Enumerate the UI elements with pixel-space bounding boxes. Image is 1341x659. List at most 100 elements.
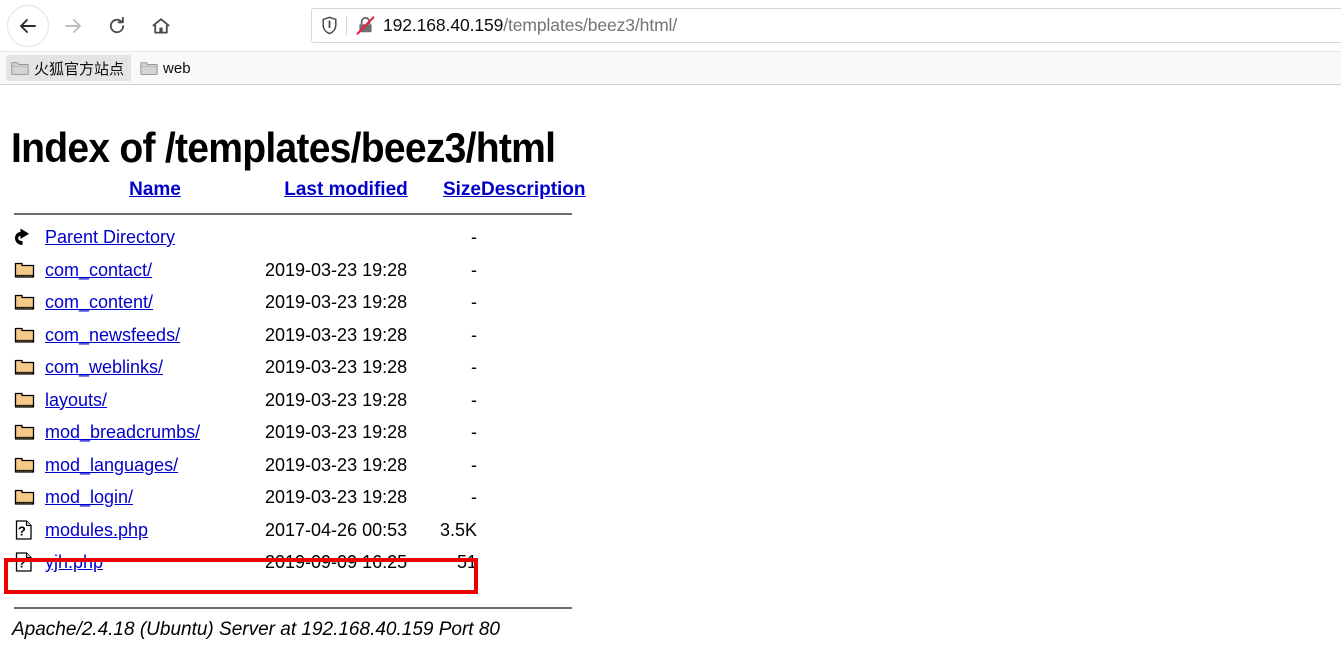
directory-link[interactable]: com_contact/ <box>45 260 152 280</box>
folder-icon <box>14 327 35 343</box>
row-name-cell[interactable]: yjh.php <box>45 546 265 579</box>
row-description-cell <box>481 254 586 287</box>
header-rule-cell <box>14 209 586 221</box>
column-header-size[interactable]: Size <box>427 173 481 209</box>
directory-link[interactable]: com_content/ <box>45 292 153 312</box>
table-row[interactable]: mod_languages/ 2019-03-23 19:28 - <box>14 449 586 482</box>
row-name-cell[interactable]: com_contact/ <box>45 254 265 287</box>
row-name-cell[interactable]: mod_languages/ <box>45 449 265 482</box>
back-button[interactable] <box>7 4 49 47</box>
row-icon-cell <box>14 221 45 254</box>
row-date-cell: 2019-09-09 16:25 <box>265 546 427 579</box>
row-size: - <box>471 454 477 475</box>
column-header-name-link[interactable]: Name <box>129 179 181 200</box>
url-text: 192.168.40.159/templates/beez3/html/ <box>383 15 677 36</box>
directory-link[interactable]: Parent Directory <box>45 227 175 247</box>
row-description-cell <box>481 384 586 417</box>
forward-button <box>53 6 93 46</box>
column-header-last-modified-link[interactable]: Last modified <box>284 179 408 200</box>
folder-icon <box>14 360 35 375</box>
directory-listing-table: Name Last modified Size Description Pare… <box>14 173 586 579</box>
row-size-cell: - <box>427 254 481 287</box>
row-name-cell[interactable]: mod_login/ <box>45 481 265 514</box>
row-size-cell: - <box>427 481 481 514</box>
row-description-cell <box>481 481 586 514</box>
url-path: /templates/beez3/html/ <box>503 15 678 35</box>
folder-icon <box>14 490 35 505</box>
row-size: - <box>471 357 477 377</box>
row-name-cell[interactable]: Parent Directory <box>45 221 265 254</box>
bookmark-item-firefox-official[interactable]: 火狐官方站点 <box>6 55 132 81</box>
row-date-cell: 2017-04-26 00:53 <box>265 514 427 547</box>
tracking-protection-shield-button[interactable] <box>312 16 346 35</box>
table-row[interactable]: com_content/ 2019-03-23 19:28 - <box>14 286 586 319</box>
connection-security-button[interactable] <box>347 15 383 36</box>
reload-button[interactable] <box>97 6 137 46</box>
file-link[interactable]: yjh.php <box>45 552 103 572</box>
row-name-cell[interactable]: layouts/ <box>45 384 265 417</box>
column-header-last-modified[interactable]: Last modified <box>265 173 427 209</box>
svg-text:?: ? <box>18 523 26 538</box>
folder-icon <box>14 262 35 278</box>
row-name-cell[interactable]: modules.php <box>45 514 265 547</box>
directory-link[interactable]: layouts/ <box>45 390 107 410</box>
row-size-cell: - <box>427 351 481 384</box>
table-row-highlighted[interactable]: ? yjh.php 2019-09-09 16:25 51 <box>14 546 586 579</box>
directory-link[interactable]: mod_breadcrumbs/ <box>45 422 200 442</box>
bookmark-item-web[interactable]: web <box>135 55 198 81</box>
row-date: 2019-03-23 19:28 <box>265 389 408 410</box>
url-host: 192.168.40.159 <box>383 15 504 35</box>
browser-chrome: 192.168.40.159/templates/beez3/html/ 火狐官… <box>0 0 1341 86</box>
row-size: - <box>471 292 477 312</box>
row-icon-cell <box>14 481 45 514</box>
row-name-cell[interactable]: com_newsfeeds/ <box>45 319 265 352</box>
column-header-description-link[interactable]: Description <box>481 179 586 200</box>
table-row[interactable]: Parent Directory - <box>14 221 586 254</box>
directory-link[interactable]: mod_login/ <box>45 487 133 507</box>
url-bar[interactable]: 192.168.40.159/templates/beez3/html/ <box>311 8 1341 43</box>
navigation-toolbar: 192.168.40.159/templates/beez3/html/ <box>0 0 1341 51</box>
arrow-right-icon <box>65 18 81 33</box>
row-icon-cell <box>14 351 45 384</box>
column-header-size-link[interactable]: Size <box>443 179 481 200</box>
row-icon-cell: ? <box>14 514 45 547</box>
directory-link[interactable]: mod_languages/ <box>45 455 178 475</box>
table-row[interactable]: layouts/ 2019-03-23 19:28 - <box>14 384 586 417</box>
column-header-description[interactable]: Description <box>481 173 586 209</box>
row-name-cell[interactable]: com_content/ <box>45 286 265 319</box>
bookmarks-toolbar: 火狐官方站点 web <box>0 51 1341 85</box>
row-date-cell <box>265 221 427 254</box>
directory-link[interactable]: com_newsfeeds/ <box>45 325 180 345</box>
table-row[interactable]: mod_login/ 2019-03-23 19:28 - <box>14 481 586 514</box>
row-icon-cell <box>14 319 45 352</box>
table-row[interactable]: com_weblinks/ 2019-03-23 19:28 - <box>14 351 586 384</box>
row-date-cell: 2019-03-23 19:28 <box>265 416 427 449</box>
directory-link[interactable]: com_weblinks/ <box>45 357 163 377</box>
row-name-cell[interactable]: mod_breadcrumbs/ <box>45 416 265 449</box>
shield-icon <box>321 16 337 35</box>
table-row[interactable]: com_newsfeeds/ 2019-03-23 19:28 - <box>14 319 586 352</box>
table-row[interactable]: com_contact/ 2019-03-23 19:28 - <box>14 254 586 287</box>
row-size-cell: - <box>427 384 481 417</box>
table-row[interactable]: mod_breadcrumbs/ 2019-03-23 19:28 - <box>14 416 586 449</box>
row-date-cell: 2019-03-23 19:28 <box>265 384 427 417</box>
row-icon-cell: ? <box>14 546 45 579</box>
row-description-cell <box>481 449 586 482</box>
file-link[interactable]: modules.php <box>45 520 148 540</box>
server-signature: Apache/2.4.18 (Ubuntu) Server at 192.168… <box>12 619 500 640</box>
lock-crossed-out-icon <box>356 16 374 35</box>
folder-icon <box>14 457 35 473</box>
home-button[interactable] <box>141 6 181 46</box>
row-description-cell <box>481 286 586 319</box>
page-title: Index of /templates/beez3/html <box>11 124 556 172</box>
row-size: 51 <box>456 552 477 572</box>
column-header-name[interactable]: Name <box>45 173 265 209</box>
folder-icon <box>14 392 35 408</box>
table-row[interactable]: ? modules.php 2017-04-26 00:53 3.5K <box>14 514 586 547</box>
row-date: 2019-03-23 19:28 <box>265 292 408 312</box>
footer-horizontal-rule <box>14 607 572 609</box>
back-arrow-icon <box>15 228 29 246</box>
row-name-cell[interactable]: com_weblinks/ <box>45 351 265 384</box>
reload-icon <box>109 16 125 33</box>
row-size-cell: - <box>427 286 481 319</box>
